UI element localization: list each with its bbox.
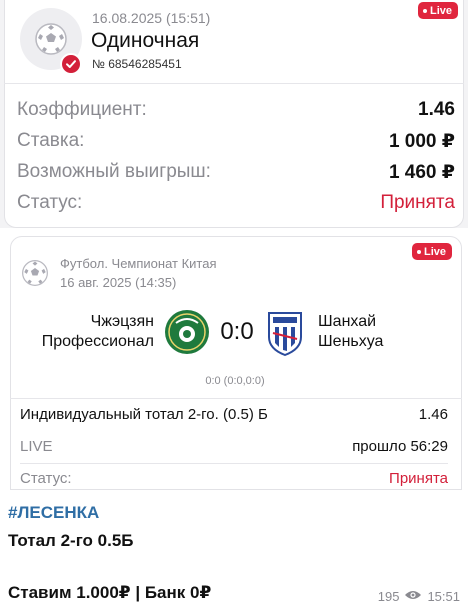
event-status-label: Статус: [20, 470, 72, 487]
home-team-line2: Профессионал [41, 333, 154, 350]
market-row: Индивидуальный тотал 2-го. (0.5) Б 1.46 [20, 406, 448, 423]
payout-row: Возможный выигрыш: 1 460 ₽ [17, 161, 455, 184]
live-badge: Live [418, 2, 459, 19]
message-time: 15:51 [427, 589, 460, 604]
bet-datetime: 16.08.2025 (15:51) [92, 10, 211, 26]
message-line-1: Тотал 2-го 0.5Б [8, 531, 134, 550]
odds-value: 1.46 [418, 99, 455, 120]
match-score: 0:0 [220, 318, 254, 345]
payout-label: Возможный выигрыш: [17, 161, 211, 182]
market-name: Индивидуальный тотал 2-го. (0.5) Б [20, 406, 268, 423]
event-status-value: Принята [389, 470, 448, 487]
hashtag-link[interactable]: #ЛЕСЕНКА [8, 503, 99, 523]
away-team-line2: Шеньхуа [318, 333, 384, 350]
divider [4, 83, 464, 84]
message-line-2: Ставим 1.000₽ | Банк 0₽ [8, 583, 212, 602]
message-meta: 195 15:51 [378, 589, 460, 604]
home-team-line1: Чжэцзян [90, 313, 154, 330]
live-dot-icon [423, 8, 427, 13]
away-team-line1: Шанхай [318, 313, 377, 330]
stake-label: Ставка: [17, 130, 85, 151]
live-label: LIVE [20, 438, 53, 455]
elapsed-time: прошло 56:29 [352, 438, 448, 455]
status-label: Статус: [17, 192, 83, 213]
status-row: Статус: Принята [17, 192, 455, 214]
stake-value: 1 000 ₽ [388, 131, 455, 152]
period-scores: 0:0 (0:0,0:0) [205, 375, 265, 387]
team-logo-zhejiang [164, 309, 210, 355]
view-count: 195 [377, 589, 400, 604]
market-odds: 1.46 [418, 406, 448, 423]
live-dot-icon [417, 249, 421, 254]
live-badge-label: Live [424, 245, 447, 258]
event-status-row: Статус: Принята [20, 470, 448, 487]
divider [20, 463, 448, 464]
stake-row: Ставка: 1 000 ₽ [17, 130, 455, 153]
event-date: 16 авг. 2025 (14:35) [60, 275, 177, 290]
check-badge-icon [60, 53, 82, 75]
divider [10, 398, 462, 399]
soccer-ball-icon [20, 258, 50, 288]
bet-number: № 68546285451 [92, 57, 182, 71]
home-team-name[interactable]: Чжэцзян Профессионал [20, 312, 154, 352]
team-logo-shenhua [265, 309, 305, 357]
bet-type: Одиночная [91, 29, 200, 52]
odds-label: Коэффициент: [17, 99, 147, 120]
live-badge: Live [412, 243, 453, 260]
odds-row: Коэффициент: 1.46 [17, 99, 455, 121]
live-badge-label: Live [430, 4, 453, 17]
status-value: Принята [380, 192, 455, 213]
away-team-name[interactable]: Шанхай Шеньхуа [318, 312, 438, 352]
payout-value: 1 460 ₽ [388, 162, 455, 183]
live-row: LIVE прошло 56:29 [20, 438, 448, 455]
eye-icon [404, 589, 422, 604]
league-name: Футбол. Чемпионат Китая [60, 256, 217, 271]
